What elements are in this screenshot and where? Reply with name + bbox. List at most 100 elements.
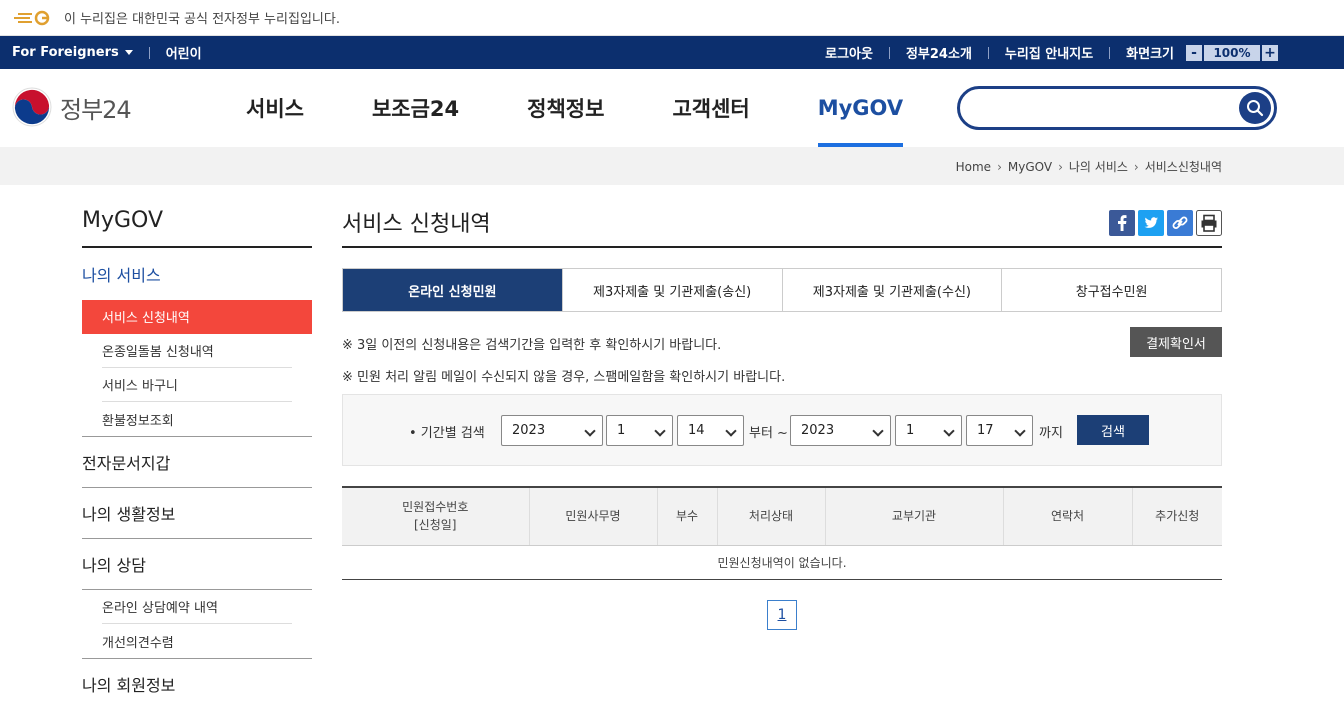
period-search-button[interactable]: 검색	[1077, 415, 1149, 445]
to-day-select[interactable]: 17	[966, 415, 1033, 446]
period-search-label: • 기간별 검색	[409, 426, 485, 441]
chevron-down-icon	[1014, 425, 1026, 437]
sidebar-item-label: 온라인 상담예약 내역	[102, 590, 292, 624]
sidebar-item-service-basket[interactable]: 서비스 바구니	[82, 368, 312, 402]
divider	[987, 46, 989, 59]
search-icon	[1247, 100, 1264, 117]
sidebar-counsel-submenu: 온라인 상담예약 내역 개선의견수렴	[82, 589, 312, 658]
main-content: 서비스 신청내역 온라인 신청민원 제3자제출 및 기관제출(송신) 제3자제출…	[342, 206, 1222, 630]
zoom-in-button[interactable]: +	[1262, 44, 1278, 61]
breadcrumb-current: 서비스신청내역	[1144, 160, 1222, 174]
tab-counter-requests[interactable]: 창구접수민원	[1001, 269, 1221, 311]
sidebar-group-member-info[interactable]: 나의 회원정보	[82, 658, 312, 702]
breadcrumb-home[interactable]: Home	[956, 160, 991, 174]
from-month-select[interactable]: 1	[606, 415, 673, 446]
divider	[1109, 46, 1111, 59]
chevron-right-icon: ›	[1058, 159, 1063, 174]
nav-customer-center[interactable]: 고객센터	[672, 69, 749, 147]
select-value: 14	[688, 423, 705, 438]
chevron-down-icon	[584, 425, 596, 437]
logo-text: 정부24	[60, 95, 132, 124]
egov-logo-icon	[14, 10, 50, 25]
col-issuing-agency: 교부기관	[824, 486, 1003, 546]
site-header: 정부24 서비스 보조금24 정책정보 고객센터 MyGOV	[0, 69, 1344, 147]
tab-third-party-sent[interactable]: 제3자제출 및 기관제출(송신)	[561, 269, 782, 311]
from-day-select[interactable]: 14	[677, 415, 744, 446]
request-type-tabs: 온라인 신청민원 제3자제출 및 기관제출(송신) 제3자제출 및 기관제출(수…	[342, 268, 1222, 312]
twitter-icon	[1138, 210, 1164, 236]
sidebar-item-label: 환불정보조회	[102, 413, 174, 429]
zoom-label: 화면크기	[1126, 47, 1174, 62]
select-value: 17	[977, 423, 994, 438]
to-month-select[interactable]: 1	[895, 415, 962, 446]
search-input[interactable]	[976, 89, 1236, 125]
sidebar-item-label: 서비스 바구니	[102, 368, 292, 402]
link-icon	[1167, 210, 1193, 236]
col-service-name: 민원사무명	[528, 486, 657, 546]
sidebar-group-e-wallet[interactable]: 전자문서지갑	[82, 436, 312, 487]
to-year-select[interactable]: 2023	[790, 415, 891, 446]
chevron-down-icon	[654, 425, 666, 437]
logout-link[interactable]: 로그아웃	[825, 43, 873, 62]
gov-banner-text: 이 누리집은 대한민국 공식 전자정부 누리집입니다.	[64, 12, 340, 27]
payment-receipt-button[interactable]: 결제확인서	[1130, 327, 1222, 357]
nav-subsidy24[interactable]: 보조금24	[372, 69, 459, 147]
facebook-share-button[interactable]	[1109, 210, 1135, 236]
empty-message: 민원신청내역이 없습니다.	[342, 545, 1222, 580]
table-row: 민원신청내역이 없습니다.	[342, 545, 1222, 580]
notice-spam: ※ 민원 처리 알림 메일이 수신되지 않을 경우, 스팸메일함을 확인하시기 …	[342, 370, 786, 385]
share-tools	[1109, 210, 1222, 236]
copy-link-button[interactable]	[1167, 210, 1193, 236]
select-value: 1	[617, 423, 626, 438]
sidebar-item-label: 서비스 신청내역	[102, 300, 292, 334]
tab-online-requests[interactable]: 온라인 신청민원	[343, 269, 562, 311]
print-icon	[1196, 210, 1222, 236]
select-value: 1	[906, 423, 915, 438]
sitemap-link[interactable]: 누리집 안내지도	[1005, 43, 1093, 62]
sidebar-group-counsel[interactable]: 나의 상담	[82, 538, 312, 589]
tab-third-party-received[interactable]: 제3자제출 및 기관제출(수신)	[781, 269, 1002, 311]
divider	[148, 46, 150, 59]
col-additional-request: 추가신청	[1131, 486, 1222, 546]
twitter-share-button[interactable]	[1138, 210, 1164, 236]
col-sublabel: [신청일]	[414, 518, 457, 533]
sidebar-item-label: 개선의견수렴	[102, 635, 174, 651]
pagination-page-1[interactable]: 1	[767, 600, 797, 630]
chevron-right-icon: ›	[1133, 159, 1139, 174]
site-logo[interactable]: 정부24	[12, 87, 132, 127]
breadcrumb-band: Home › MyGOV › 나의 서비스 › 서비스신청내역	[0, 147, 1344, 185]
sidebar-section-my-services[interactable]: 나의 서비스	[82, 248, 312, 300]
about-link[interactable]: 정부24소개	[906, 43, 972, 62]
nav-policy-info[interactable]: 정책정보	[527, 69, 604, 147]
breadcrumb-mygov[interactable]: MyGOV	[1008, 160, 1052, 174]
for-foreigners-menu[interactable]: For Foreigners	[12, 45, 133, 60]
from-year-select[interactable]: 2023	[501, 415, 603, 446]
sidebar-item-allday-care[interactable]: 온종일돌봄 신청내역	[82, 334, 312, 368]
search-button[interactable]	[1239, 92, 1271, 124]
kids-link[interactable]: 어린이	[166, 43, 202, 62]
table-header-row: 민원접수번호 [신청일] 민원사무명 부수 처리상태 교부기관 연락처 추가신청	[342, 486, 1222, 546]
chevron-right-icon: ›	[997, 159, 1002, 174]
zoom-out-button[interactable]: -	[1186, 44, 1202, 61]
col-contact: 연락처	[1002, 486, 1132, 546]
sidebar-item-label: 온종일돌봄 신청내역	[102, 334, 292, 368]
select-value: 2023	[512, 423, 546, 438]
taegeuk-logo-icon	[12, 87, 52, 127]
col-receipt-number: 민원접수번호 [신청일]	[342, 486, 529, 546]
sidebar-item-online-counsel[interactable]: 온라인 상담예약 내역	[82, 590, 312, 624]
divider	[888, 46, 890, 59]
col-status: 처리상태	[716, 486, 825, 546]
nav-services[interactable]: 서비스	[246, 69, 304, 147]
from-suffix: 부터 ~	[749, 426, 788, 441]
print-button[interactable]	[1196, 210, 1222, 236]
sidebar-item-refund-info[interactable]: 환불정보조회	[82, 402, 312, 436]
sidebar-submenu: 서비스 신청내역 온종일돌봄 신청내역 서비스 바구니 환불정보조회	[82, 300, 312, 436]
main-nav: 서비스 보조금24 정책정보 고객센터 MyGOV	[246, 69, 971, 147]
chevron-down-icon	[943, 425, 955, 437]
sidebar-item-feedback[interactable]: 개선의견수렴	[82, 624, 312, 658]
nav-mygov[interactable]: MyGOV	[817, 69, 904, 147]
sidebar-item-service-history[interactable]: 서비스 신청내역	[82, 300, 312, 334]
zoom-value: 100%	[1204, 44, 1260, 61]
sidebar-group-life-info[interactable]: 나의 생활정보	[82, 487, 312, 538]
breadcrumb-my-services[interactable]: 나의 서비스	[1069, 158, 1128, 175]
